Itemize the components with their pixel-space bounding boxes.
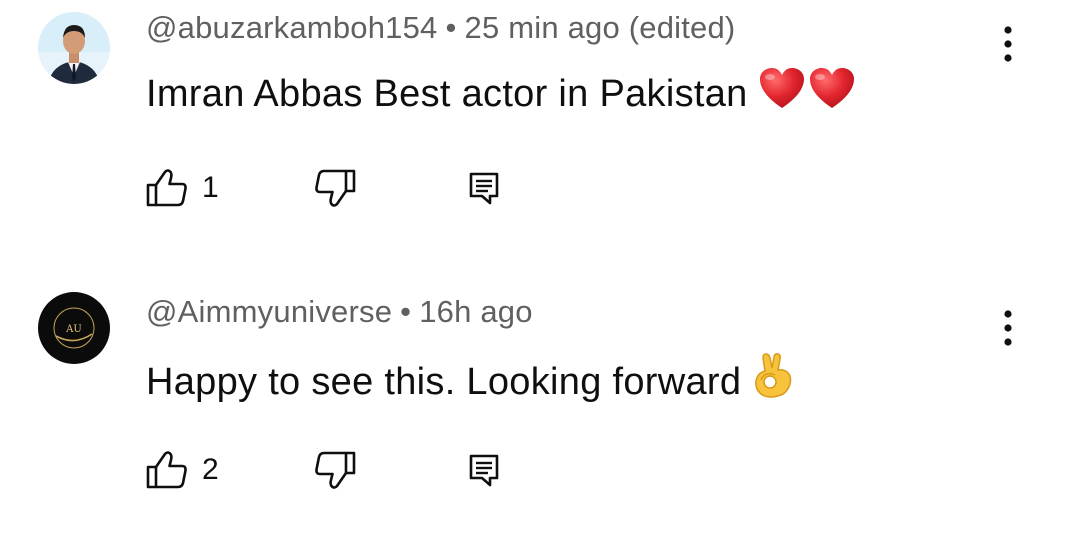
thumbs-up-icon xyxy=(146,451,187,489)
emoji-group xyxy=(758,66,856,122)
comment-author-handle[interactable]: @abuzarkamboh154 xyxy=(146,10,437,45)
dislike-button[interactable] xyxy=(314,168,356,208)
like-button[interactable]: 2 xyxy=(146,450,219,490)
thumbs-down-icon xyxy=(315,451,356,489)
ok-hand-emoji-icon xyxy=(755,353,792,398)
au-logo-icon: AU xyxy=(38,292,110,364)
comment-body: Happy to see this. Looking forward xyxy=(146,361,742,403)
comment-text: Happy to see this. Looking forward xyxy=(146,350,795,410)
comment-author-handle[interactable]: @Aimmyuniverse xyxy=(146,294,392,329)
reply-button[interactable] xyxy=(468,168,500,208)
person-photo-icon xyxy=(38,12,110,84)
like-count: 1 xyxy=(202,171,219,204)
meta-separator: • xyxy=(400,294,412,329)
meta-separator: • xyxy=(445,10,457,45)
comment-timestamp[interactable]: 16h ago xyxy=(419,294,532,329)
like-button[interactable]: 1 xyxy=(146,168,219,208)
more-vertical-icon xyxy=(1004,26,1012,62)
comment-meta: @abuzarkamboh154 • 25 min ago (edited) xyxy=(146,10,735,46)
reply-button[interactable] xyxy=(468,450,500,490)
comment-item: @abuzarkamboh154 • 25 min ago (edited) Imr… xyxy=(0,0,1080,256)
thumbs-up-icon xyxy=(146,169,187,207)
comment-body: Imran Abbas Best actor in Pakistan xyxy=(146,73,748,115)
comment-actions: 1 xyxy=(146,168,546,208)
dislike-button[interactable] xyxy=(314,450,356,490)
like-count: 2 xyxy=(202,453,219,486)
red-heart-emoji-icon xyxy=(759,68,854,108)
comment-meta: @Aimmyuniverse • 16h ago xyxy=(146,294,533,330)
reply-icon xyxy=(469,454,499,487)
comment-actions: 2 xyxy=(146,450,546,490)
emoji-group xyxy=(751,350,795,410)
more-options-button[interactable] xyxy=(996,24,1020,64)
comment-text: Imran Abbas Best actor in Pakistan xyxy=(146,66,856,122)
comment-timestamp[interactable]: 25 min ago (edited) xyxy=(465,10,736,45)
comment-item: AU @Aimmyuniverse • 16h ago Happy to see t… xyxy=(0,284,1080,540)
avatar-logo-text: AU xyxy=(65,324,82,335)
reply-icon xyxy=(469,172,499,205)
more-options-button[interactable] xyxy=(996,308,1020,348)
more-vertical-icon xyxy=(1004,310,1012,346)
avatar[interactable]: AU xyxy=(38,292,110,364)
avatar[interactable] xyxy=(38,12,110,84)
thumbs-down-icon xyxy=(315,169,356,207)
